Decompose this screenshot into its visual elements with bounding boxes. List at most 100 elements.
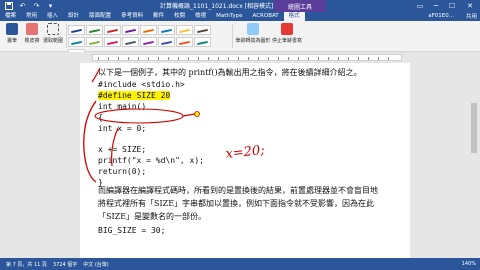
pen-gallery[interactable] xyxy=(68,24,228,59)
ruler-tick xyxy=(248,57,249,60)
ruler-tick xyxy=(178,57,179,60)
tab-format[interactable]: 格式 xyxy=(283,12,305,21)
pen-stroke-icon xyxy=(142,40,155,46)
ink-to-shape-button[interactable]: 筆跡轉換為圖形 xyxy=(236,23,271,49)
ribbon-tabs: 檔案 常用 插入 設計 版面配置 參考資料 郵件 校閱 檢視 MathType … xyxy=(0,12,480,21)
customize-qat-icon[interactable]: ▾ xyxy=(45,1,56,12)
tab-layout[interactable]: 版面配置 xyxy=(84,12,116,21)
code-line: int x = 0; xyxy=(98,124,147,133)
pen-swatch[interactable] xyxy=(86,37,103,47)
tab-review[interactable]: 校閱 xyxy=(169,12,190,21)
language[interactable]: 中文 (台灣) xyxy=(83,261,109,268)
tab-design[interactable]: 設計 xyxy=(63,12,84,21)
code-line: x += SIZE; xyxy=(98,145,147,154)
ruler-tick xyxy=(208,57,209,60)
ruler-tick xyxy=(288,57,289,60)
pen-swatch[interactable] xyxy=(104,25,121,35)
pen-stroke-icon xyxy=(106,28,119,34)
pen-swatch[interactable] xyxy=(158,25,175,35)
tab-references[interactable]: 參考資料 xyxy=(116,12,148,21)
ruler-tick xyxy=(378,57,379,60)
close-icon[interactable]: ✕ xyxy=(462,0,478,12)
redo-icon[interactable]: ↷ xyxy=(31,1,42,12)
tab-insert[interactable]: 插入 xyxy=(42,12,63,21)
code-line: #define SIZE 20 xyxy=(98,91,171,100)
ruler-tick xyxy=(138,57,139,60)
code-line: return(0); xyxy=(98,167,147,176)
pen-swatch[interactable] xyxy=(104,37,121,47)
code-line: #include <stdio.h> xyxy=(98,80,185,89)
pen-button[interactable]: 畫筆 xyxy=(3,23,21,49)
word-count[interactable]: 3724 個字 xyxy=(53,261,77,268)
pen-swatch[interactable] xyxy=(140,37,157,47)
undo-icon[interactable]: ↶ xyxy=(17,1,28,12)
code-line: { xyxy=(98,113,103,122)
ribbon-display-options-icon[interactable]: ▭ xyxy=(412,0,428,12)
pen-swatch[interactable] xyxy=(158,37,175,47)
ruler-tick xyxy=(328,57,329,60)
ribbon-body: 畫筆 橡皮擦 選取範圍 筆跡轉換為圖形 停止筆跡書寫 xyxy=(0,21,480,59)
paragraph-line: 將程式裡所有「SIZE」字串都加以置換，例如下面指令就不受影響，因為在此 xyxy=(98,199,375,208)
ruler-tick xyxy=(148,57,149,60)
document-page[interactable]: 以下是一個例子，其中的 printf()為輸出用之指令，將在後續詳細介紹之。 #i… xyxy=(80,63,410,258)
ribbon-separator xyxy=(232,24,233,48)
pen-stroke-icon xyxy=(124,28,137,34)
share-button[interactable]: 共用 xyxy=(466,13,477,21)
paragraph-line: 而編譯器在編譯程式碼時，所看到的是置換後的結果，前置處理器並不會盲目地 xyxy=(98,186,378,195)
tab-mailings[interactable]: 郵件 xyxy=(148,12,169,21)
ruler-tick xyxy=(118,57,119,60)
pen-stroke-icon xyxy=(178,40,191,46)
status-bar: 第 7 頁，共 11 頁 3724 個字 中文 (台灣) 140% xyxy=(0,258,480,270)
pen-stroke-icon xyxy=(178,28,191,34)
page-count[interactable]: 第 7 頁，共 11 頁 xyxy=(6,261,47,268)
pen-stroke-icon xyxy=(196,40,209,46)
tab-file[interactable]: 檔案 xyxy=(0,12,21,21)
shapes-icon xyxy=(247,23,259,35)
vertical-scrollbar[interactable] xyxy=(468,63,480,258)
code-line: int main() xyxy=(98,102,147,111)
tab-mathtype[interactable]: MathType xyxy=(211,12,247,21)
pen-stroke-icon xyxy=(196,28,209,34)
lasso-icon xyxy=(47,23,59,35)
pen-swatch[interactable] xyxy=(176,25,193,35)
ruler-strip[interactable] xyxy=(92,54,402,61)
pen-swatch[interactable] xyxy=(68,37,85,47)
ruler-tick xyxy=(338,57,339,60)
pen-stroke-icon xyxy=(160,40,173,46)
pen-stroke-icon xyxy=(106,40,119,46)
tab-view[interactable]: 檢視 xyxy=(190,12,211,21)
scrollbar-thumb[interactable] xyxy=(471,103,477,153)
pen-stroke-icon xyxy=(88,40,101,46)
stop-inking-button[interactable]: 停止筆跡書寫 xyxy=(272,23,302,49)
pen-stroke-icon xyxy=(88,28,101,34)
pen-stroke-icon xyxy=(142,28,155,34)
horizontal-ruler xyxy=(0,52,480,63)
eraser-button[interactable]: 橡皮擦 xyxy=(23,23,41,49)
zoom-level[interactable]: 140% xyxy=(462,261,476,267)
quick-access-toolbar: ↶ ↷ ▾ xyxy=(0,0,59,12)
paragraph-line: 「SIZE」是變數名的一部份。 xyxy=(98,212,207,221)
tab-acrobat[interactable]: ACROBAT xyxy=(248,12,284,21)
tab-home[interactable]: 常用 xyxy=(21,12,42,21)
pen-swatch[interactable] xyxy=(194,25,211,35)
ruler-tick xyxy=(298,57,299,60)
pen-swatch[interactable] xyxy=(68,25,85,35)
pen-swatch[interactable] xyxy=(176,37,193,47)
minimize-icon[interactable]: ─ xyxy=(428,0,444,12)
eraser-icon xyxy=(26,23,38,35)
lasso-select-button[interactable]: 選取範圍 xyxy=(43,23,63,49)
pen-swatch[interactable] xyxy=(86,25,103,35)
pen-swatch[interactable] xyxy=(140,25,157,35)
ruler-tick xyxy=(348,57,349,60)
ruler-tick xyxy=(268,57,269,60)
ruler-tick xyxy=(308,57,309,60)
save-icon[interactable] xyxy=(3,1,14,12)
maximize-icon[interactable]: ☐ xyxy=(444,0,460,12)
ruler-tick xyxy=(368,57,369,60)
pen-stroke-icon xyxy=(160,28,173,34)
pen-swatch[interactable] xyxy=(122,37,139,47)
pen-swatch[interactable] xyxy=(194,37,211,47)
ruler-tick xyxy=(218,57,219,60)
user-account[interactable]: aF01E0... xyxy=(428,12,454,21)
pen-swatch[interactable] xyxy=(122,25,139,35)
